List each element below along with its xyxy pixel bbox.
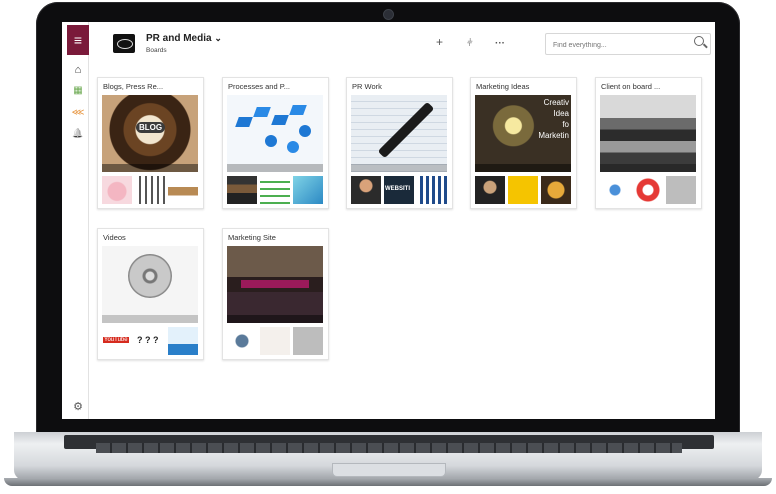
- search-icon[interactable]: [694, 36, 704, 46]
- settings-icon[interactable]: ⚙: [71, 400, 85, 414]
- thumbnail[interactable]: ? ? ?: [135, 327, 165, 355]
- board-card-title: PR Work: [352, 82, 382, 91]
- app-screen: ≡ ⌂ ▦ ⋘ 🔔 ⚙ PR and Media ⌄ Boards + ⫩ ··…: [62, 22, 715, 419]
- board-subtitle: Boards: [146, 47, 167, 54]
- cover-image: [351, 95, 447, 172]
- board-card-client-on-board[interactable]: Client on board ...: [595, 77, 702, 209]
- youtube-label: YouTube: [103, 337, 129, 343]
- placeholder-image-icon[interactable]: [666, 176, 696, 204]
- search-input[interactable]: [551, 41, 685, 50]
- board-card-marketing-site[interactable]: Marketing Site: [222, 228, 329, 360]
- share-icon[interactable]: ⋘: [71, 105, 85, 119]
- thumbnail[interactable]: [508, 176, 538, 204]
- thumbnail[interactable]: [600, 176, 630, 204]
- search-box: [545, 33, 711, 55]
- board-card-blogs[interactable]: Blogs, Press Re... BLOG: [97, 77, 204, 209]
- board-card-marketing-ideas[interactable]: Marketing Ideas Creativ Idea fo Marketin: [470, 77, 577, 209]
- chevron-down-icon[interactable]: ⌄: [214, 33, 222, 43]
- thumbnail[interactable]: [168, 327, 198, 355]
- laptop-keyboard: [96, 443, 682, 453]
- more-button[interactable]: ···: [495, 38, 505, 49]
- thumbnail[interactable]: [541, 176, 571, 204]
- thumbnail[interactable]: [227, 176, 257, 204]
- board-card-videos[interactable]: Videos YouTube ? ? ?: [97, 228, 204, 360]
- hamburger-icon[interactable]: ≡: [67, 25, 89, 55]
- header: PR and Media ⌄ Boards + ⫩ ···: [88, 22, 715, 64]
- thumbnail[interactable]: [168, 176, 198, 204]
- website-label: WEBSITI: [385, 186, 410, 192]
- placeholder-image-icon[interactable]: [293, 327, 323, 355]
- cover-image: Creativ Idea fo Marketin: [475, 95, 571, 172]
- cover-image: BLOG: [102, 95, 198, 172]
- filter-button[interactable]: ⫩: [467, 38, 473, 49]
- thumbnail[interactable]: WEBSITI: [384, 176, 414, 204]
- blog-label: BLOG: [136, 122, 166, 133]
- laptop-trackpad-notch: [332, 463, 446, 477]
- board-logo: [113, 34, 135, 53]
- board-card-title: Blogs, Press Re...: [103, 82, 164, 91]
- board-card-title: Marketing Ideas: [476, 82, 530, 91]
- board-card-title: Videos: [103, 233, 126, 242]
- webcam: [383, 9, 394, 20]
- cover-image: [102, 246, 198, 323]
- board-title[interactable]: PR and Media ⌄: [146, 33, 222, 44]
- thumbnail[interactable]: [351, 176, 381, 204]
- cover-image: [600, 95, 696, 172]
- board-card-title: Processes and P...: [228, 82, 290, 91]
- film-reel-icon: [128, 254, 172, 298]
- add-button[interactable]: +: [436, 35, 443, 49]
- laptop-base-edge: [4, 478, 772, 486]
- thumbnail[interactable]: [293, 176, 323, 204]
- thumbnail[interactable]: YouTube: [102, 327, 132, 355]
- thumbnail[interactable]: [260, 327, 290, 355]
- thumbnail[interactable]: [135, 176, 165, 204]
- thumbnail[interactable]: [260, 176, 290, 204]
- board-card-pr-work[interactable]: PR Work WEBSITI: [346, 77, 453, 209]
- board-card-title: Client on board ...: [601, 82, 661, 91]
- thumbnail[interactable]: [475, 176, 505, 204]
- cover-image: [227, 246, 323, 323]
- boards-icon[interactable]: ▦: [71, 84, 85, 98]
- cover-image: [227, 95, 323, 172]
- board-card-processes[interactable]: Processes and P...: [222, 77, 329, 209]
- thumbnail[interactable]: [417, 176, 447, 204]
- board-card-title: Marketing Site: [228, 233, 276, 242]
- thumbnail[interactable]: [102, 176, 132, 204]
- home-icon[interactable]: ⌂: [71, 63, 85, 77]
- left-rail: ≡ ⌂ ▦ ⋘ 🔔 ⚙: [62, 22, 89, 419]
- bell-icon[interactable]: 🔔: [71, 126, 85, 140]
- thumbnail[interactable]: [227, 327, 257, 355]
- thumbnail[interactable]: [633, 176, 663, 204]
